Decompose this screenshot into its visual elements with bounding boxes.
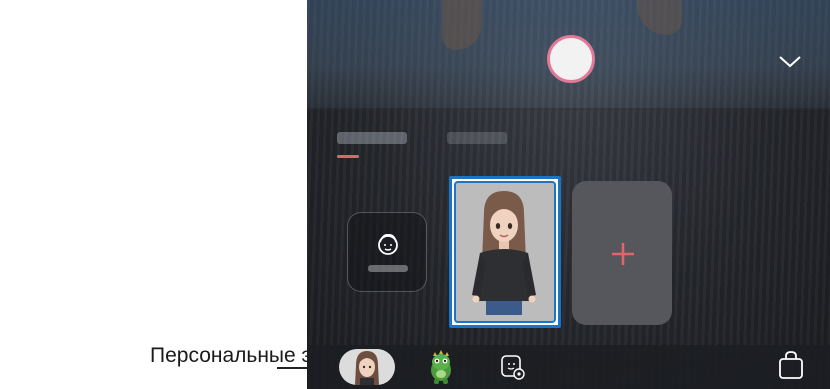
bag-icon[interactable] [777,350,805,380]
avatar-figure [472,191,536,315]
my-emoji-face [355,351,379,385]
tab-active-indicator [337,155,359,158]
custom-emoji-card[interactable] [347,212,427,292]
dino-icon[interactable] [425,350,457,384]
my-emoji-avatar-icon[interactable] [339,349,395,385]
tab-my-emoji[interactable] [337,132,407,144]
add-emoji-card[interactable] [572,181,672,325]
sticker-settings-icon[interactable] [500,353,526,381]
camera-screen [307,0,830,389]
avatar-preview [454,181,556,323]
custom-emoji-label [368,265,408,272]
chevron-down-icon[interactable] [777,52,803,70]
tab-second[interactable] [447,132,507,144]
avatar-card-selected[interactable] [449,176,561,328]
plus-icon [612,243,634,265]
face-icon [378,233,398,255]
shutter-button[interactable] [547,35,595,83]
